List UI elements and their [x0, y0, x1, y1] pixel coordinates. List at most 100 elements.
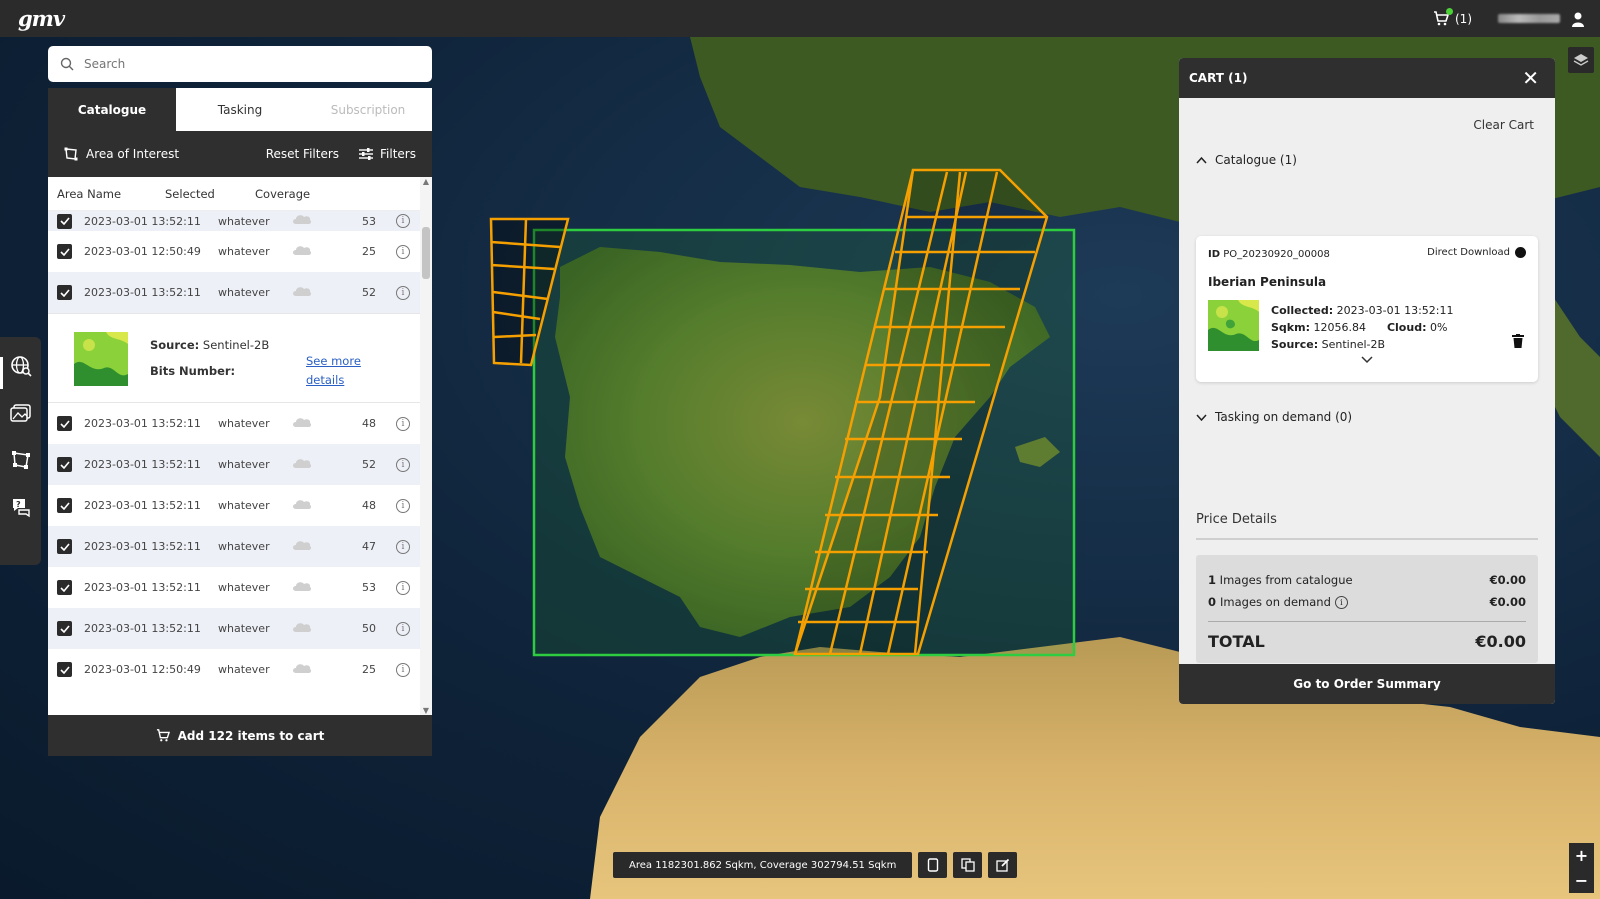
row-selected: whatever [218, 581, 270, 594]
row-checkbox[interactable] [57, 213, 72, 229]
price-total: TOTAL €0.00 [1208, 632, 1526, 651]
table-row[interactable]: 2023-03-01 13:52:11 whatever 52 i [48, 272, 420, 313]
edit-tool-button[interactable] [988, 852, 1018, 878]
search-icon [60, 57, 74, 71]
info-icon[interactable]: i [396, 539, 410, 554]
chevron-down-icon[interactable] [1361, 356, 1373, 364]
info-icon[interactable]: i [396, 244, 410, 259]
filters-button[interactable]: Filters [359, 147, 416, 161]
area-of-interest-label: Area of Interest [86, 147, 180, 161]
row-coverage: 50 [362, 622, 376, 635]
scrollbar-thumb[interactable] [422, 227, 430, 279]
header-coverage[interactable]: Coverage [255, 187, 310, 201]
tab-tasking[interactable]: Tasking [176, 88, 304, 131]
cloud-icon [293, 663, 312, 673]
cloud-icon [293, 245, 312, 255]
item-thumbnail[interactable] [74, 332, 128, 386]
info-icon[interactable]: i [396, 580, 410, 595]
table-row[interactable]: 2023-03-01 13:52:11 whatever 47 i [48, 526, 420, 567]
gmv-logo[interactable]: gmv [18, 6, 65, 31]
tab-catalogue[interactable]: Catalogue [48, 88, 176, 131]
row-checkbox[interactable] [57, 457, 72, 472]
item-thumbnail[interactable] [1208, 300, 1259, 351]
user-icon[interactable] [1570, 11, 1586, 27]
table-row[interactable]: 2023-03-01 13:52:11 whatever 53 i [48, 211, 420, 231]
globe-search-icon[interactable] [10, 355, 32, 377]
table-row[interactable]: 2023-03-01 12:50:49 whatever 25 i [48, 231, 420, 272]
order-summary-button[interactable]: Go to Order Summary [1179, 664, 1555, 704]
tab-subscription[interactable]: Subscription [304, 88, 432, 131]
radio-dot-icon [1515, 247, 1526, 258]
info-icon[interactable]: i [396, 662, 410, 677]
price-row-catalogue: 1 Images from catalogue €0.00 [1208, 573, 1526, 587]
table-row[interactable]: 2023-03-01 13:52:11 whatever 48 i [48, 485, 420, 526]
cloud-icon [293, 540, 312, 550]
help-chat-icon[interactable]: ? [10, 496, 32, 518]
table-row[interactable]: 2023-03-01 13:52:11 whatever 48 i [48, 403, 420, 444]
row-checkbox[interactable] [57, 580, 72, 595]
image-gallery-icon[interactable] [9, 402, 32, 424]
rectangle-tool-button[interactable] [918, 852, 948, 878]
row-selected: whatever [218, 663, 270, 676]
add-to-cart-label: Add 122 items to cart [177, 728, 325, 743]
cloud-icon [293, 499, 312, 509]
clear-cart-button[interactable]: Clear Cart [1473, 118, 1534, 132]
zoom-in-button[interactable]: + [1575, 846, 1588, 866]
draw-polygon-icon[interactable] [10, 449, 32, 471]
row-cloud [292, 417, 346, 431]
row-checkbox[interactable] [57, 244, 72, 259]
rectangle-icon [927, 858, 939, 872]
copy-tool-button[interactable] [953, 852, 983, 878]
row-cloud [292, 499, 346, 513]
username-blurred [1498, 14, 1560, 23]
info-icon[interactable]: i [396, 457, 410, 472]
add-to-cart-button[interactable]: Add 122 items to cart [48, 715, 432, 756]
scroll-up-arrow[interactable]: ▲ [422, 177, 430, 186]
cart-item-details: Collected: 2023-03-01 13:52:11 Sqkm: 120… [1271, 304, 1454, 351]
zoom-out-button[interactable]: − [1575, 871, 1588, 891]
tasking-section-toggle[interactable]: Tasking on demand (0) [1196, 410, 1352, 424]
table-row[interactable]: 2023-03-01 13:52:11 whatever 53 i [48, 567, 420, 608]
topbar-cart-button[interactable]: (1) [1433, 8, 1472, 26]
header-selected[interactable]: Selected [165, 187, 255, 201]
table-row[interactable]: 2023-03-01 13:52:11 whatever 50 i [48, 608, 420, 649]
area-of-interest-button[interactable]: Area of Interest [64, 147, 179, 161]
row-checkbox[interactable] [57, 621, 72, 636]
active-tool-indicator [0, 357, 3, 389]
catalogue-section-toggle[interactable]: Catalogue (1) [1196, 153, 1297, 167]
close-icon[interactable]: ✕ [1522, 68, 1539, 88]
trash-icon[interactable] [1512, 334, 1524, 348]
row-checkbox[interactable] [57, 662, 72, 677]
cart-header: CART (1) ✕ [1179, 58, 1555, 98]
search-input[interactable] [84, 57, 404, 71]
table-row[interactable]: 2023-03-01 12:50:49 whatever 25 i [48, 649, 420, 690]
search-box[interactable] [48, 46, 432, 82]
table-row[interactable]: 2023-03-01 13:52:11 whatever 52 i [48, 444, 420, 485]
info-icon[interactable]: i [396, 214, 410, 228]
row-checkbox[interactable] [57, 498, 72, 513]
direct-download-toggle[interactable]: Direct Download [1427, 247, 1526, 258]
list-scrollbar[interactable]: ▲ ▼ [420, 177, 432, 715]
reset-filters-button[interactable]: Reset Filters [266, 147, 339, 161]
info-icon[interactable]: i [1334, 595, 1348, 609]
info-icon[interactable]: i [396, 285, 410, 300]
info-icon[interactable]: i [396, 416, 410, 431]
row-selected: whatever [218, 245, 270, 258]
row-coverage: 25 [362, 245, 376, 258]
info-icon[interactable]: i [396, 498, 410, 513]
collected-value: 2023-03-01 13:52:11 [1336, 304, 1454, 317]
info-icon[interactable]: i [396, 621, 410, 636]
row-checkbox[interactable] [57, 416, 72, 431]
row-checkbox[interactable] [57, 285, 72, 300]
row-checkbox[interactable] [57, 539, 72, 554]
scroll-down-arrow[interactable]: ▼ [422, 706, 430, 715]
cart-item-name: Iberian Peninsula [1208, 275, 1327, 289]
row-date: 2023-03-01 12:50:49 [84, 245, 201, 258]
header-area-name[interactable]: Area Name [57, 187, 165, 201]
catalogue-section-label: Catalogue (1) [1215, 153, 1297, 167]
row-date: 2023-03-01 13:52:11 [84, 286, 201, 299]
results-list[interactable]: Area Name Selected Coverage 2023-03-01 1… [48, 177, 432, 715]
layers-button[interactable] [1568, 47, 1594, 73]
see-more-details-link[interactable]: See more details [306, 352, 366, 390]
row-coverage: 25 [362, 663, 376, 676]
